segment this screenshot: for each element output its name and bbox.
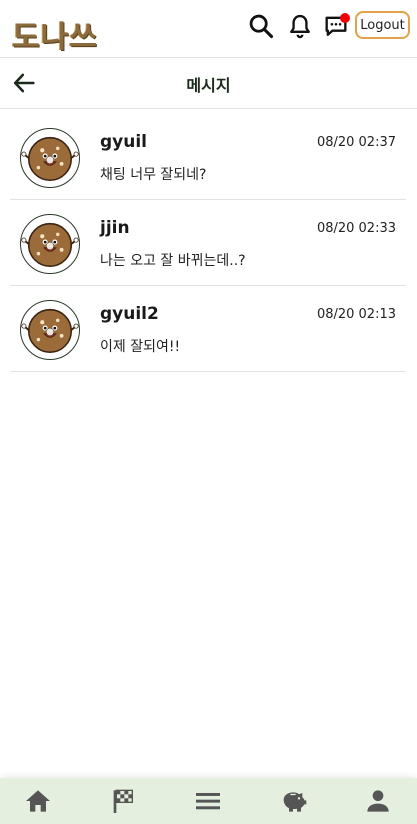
conversation-preview: 이제 잘되여!!	[100, 339, 181, 355]
conversation-row[interactable]: jjin 08/20 02:33 나는 오고 잘 바뀌는데..?	[10, 200, 406, 286]
page-header: 메시지	[0, 59, 417, 109]
conversation-preview: 채팅 너무 잘되네?	[100, 167, 207, 183]
conversation-name: jjin	[100, 218, 130, 238]
conversation-name: gyuil2	[100, 304, 159, 324]
conversation-row[interactable]: gyuil2 08/20 02:13 이제 잘되여!!	[10, 286, 406, 372]
unread-badge	[340, 13, 350, 23]
checkered-flag-icon[interactable]	[107, 785, 139, 817]
conversation-time: 08/20 02:13	[316, 307, 396, 322]
logout-button[interactable]: Logout	[355, 11, 410, 39]
conversation-list: gyuil 08/20 02:37 채팅 너무 잘되네? jjin 08/20 …	[10, 114, 406, 372]
home-icon[interactable]	[22, 785, 54, 817]
conversation-time: 08/20 02:33	[316, 221, 396, 236]
donut-mascot-icon	[20, 300, 80, 360]
donut-mascot-icon	[20, 214, 80, 274]
conversation-name: gyuil	[100, 132, 148, 152]
conversation-time: 08/20 02:37	[316, 135, 396, 150]
bottom-nav	[0, 778, 417, 824]
piggy-bank-icon[interactable]	[277, 785, 309, 817]
conversation-preview: 나는 오고 잘 바뀌는데..?	[100, 253, 246, 269]
menu-icon[interactable]	[192, 785, 224, 817]
search-icon[interactable]	[247, 12, 275, 40]
app-logo[interactable]: 도나쓰	[12, 12, 98, 56]
bell-icon[interactable]	[286, 12, 314, 40]
top-bar: 도나쓰 Logout	[0, 0, 417, 58]
donut-mascot-icon	[20, 128, 80, 188]
person-icon[interactable]	[362, 785, 394, 817]
page-title: 메시지	[186, 76, 231, 95]
conversation-row[interactable]: gyuil 08/20 02:37 채팅 너무 잘되네?	[10, 114, 406, 200]
